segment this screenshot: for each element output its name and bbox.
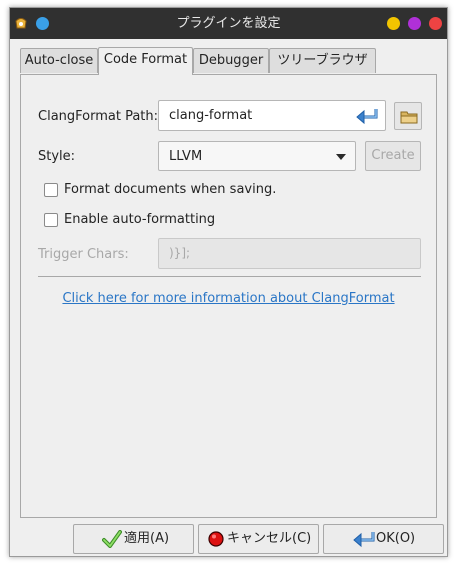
clangformat-info-link[interactable]: Click here for more information about Cl…: [21, 291, 436, 306]
ok-label: OK(O): [376, 531, 416, 546]
undo-arrow-icon[interactable]: [356, 107, 378, 125]
red-circle-icon: [208, 531, 224, 547]
create-style-button[interactable]: Create: [365, 141, 421, 171]
browse-button[interactable]: [394, 102, 422, 130]
format-on-save-label[interactable]: Format documents when saving.: [64, 182, 276, 197]
auto-format-checkbox[interactable]: [44, 213, 58, 227]
style-select[interactable]: LLVM: [158, 141, 356, 171]
trigger-chars-label: Trigger Chars:: [38, 247, 129, 262]
checkmark-icon: [102, 530, 122, 548]
plugin-settings-dialog: プラグインを設定 Auto-close Code Format Debugger…: [9, 7, 448, 557]
clangformat-path-value: clang-format: [169, 108, 253, 123]
cancel-button[interactable]: キャンセル(C): [198, 524, 319, 554]
format-on-save-checkbox[interactable]: [44, 183, 58, 197]
tab-debugger[interactable]: Debugger: [193, 48, 269, 73]
close-button[interactable]: [429, 17, 442, 30]
clangformat-path-input[interactable]: clang-format: [158, 100, 386, 131]
create-style-label: Create: [371, 148, 415, 163]
separator: [38, 276, 421, 277]
title-bar: プラグインを設定: [10, 8, 447, 39]
tab-auto-close[interactable]: Auto-close: [20, 48, 98, 73]
clangformat-path-label: ClangFormat Path:: [38, 109, 159, 124]
trigger-chars-value: )}];: [169, 246, 191, 260]
apply-label: 適用(A): [124, 531, 170, 546]
folder-icon: [400, 111, 418, 124]
return-arrow-icon: [353, 532, 375, 548]
tab-code-format[interactable]: Code Format: [98, 47, 193, 75]
minimize-button[interactable]: [387, 17, 400, 30]
auto-format-label[interactable]: Enable auto-formatting: [64, 212, 215, 227]
triangle-down-icon: [336, 154, 346, 160]
cancel-label: キャンセル(C): [227, 531, 312, 546]
apply-button[interactable]: 適用(A): [73, 524, 194, 554]
style-label: Style:: [38, 149, 76, 164]
style-select-value: LLVM: [169, 149, 203, 164]
maximize-button[interactable]: [408, 17, 421, 30]
trigger-chars-input[interactable]: )}];: [158, 238, 421, 269]
ok-button[interactable]: OK(O): [323, 524, 444, 554]
tab-tree-browser[interactable]: ツリーブラウザ: [269, 48, 376, 73]
window-title: プラグインを設定: [176, 16, 281, 31]
code-format-panel: ClangFormat Path: clang-format Style: LL…: [20, 74, 437, 518]
